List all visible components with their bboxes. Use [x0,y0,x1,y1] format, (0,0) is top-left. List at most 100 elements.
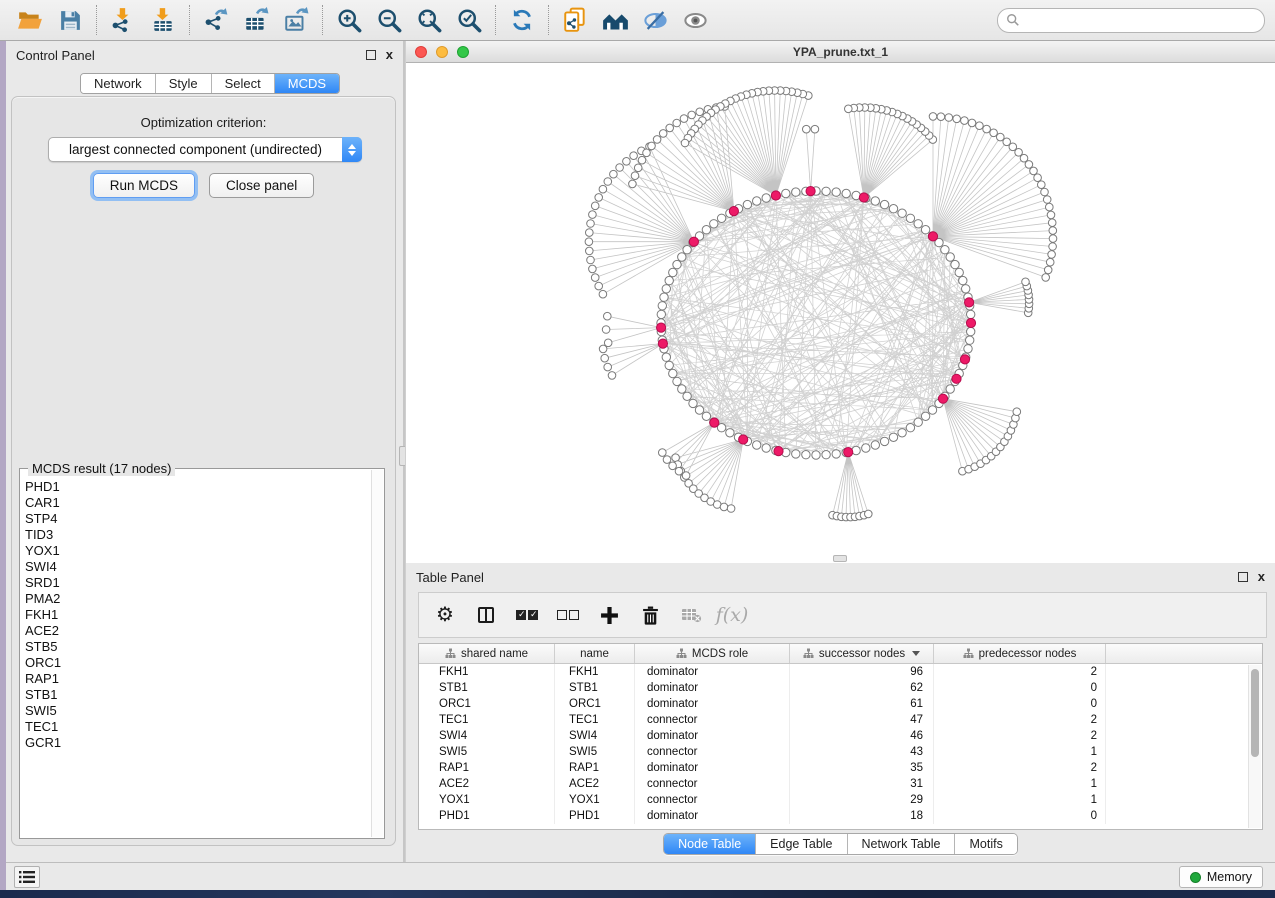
graph-node[interactable] [898,209,906,217]
graph-node[interactable] [959,276,967,284]
clone-network-icon[interactable] [555,3,595,37]
mcds-result-item[interactable]: RAP1 [21,671,371,687]
graph-leaf-node[interactable] [595,194,603,202]
graph-leaf-node[interactable] [976,122,984,130]
graph-mcds-hub-node[interactable] [938,394,947,403]
graph-leaf-node[interactable] [591,274,599,282]
graph-leaf-node[interactable] [587,220,595,228]
graph-node[interactable] [678,253,686,261]
graph-leaf-node[interactable] [591,202,599,210]
graph-node[interactable] [962,285,970,293]
graph-node[interactable] [966,336,974,344]
graph-leaf-node[interactable] [1049,235,1057,243]
delete-column-icon[interactable] [638,603,662,627]
table-row[interactable]: ACE2ACE2connector311 [419,776,1262,792]
graph-leaf-node[interactable] [673,119,681,127]
search-input[interactable] [1025,13,1256,27]
float-panel-icon[interactable] [1238,572,1248,582]
graph-node[interactable] [946,385,954,393]
graph-node[interactable] [782,189,790,197]
graph-node[interactable] [657,310,665,318]
mcds-result-item[interactable]: PMA2 [21,591,371,607]
mcds-result-item[interactable]: FKH1 [21,607,371,623]
column-header-name[interactable]: name [555,644,635,663]
import-network-icon[interactable] [103,3,143,37]
graph-leaf-node[interactable] [997,133,1005,141]
horizontal-splitter-handle[interactable] [833,555,847,562]
graph-mcds-hub-node[interactable] [966,318,975,327]
export-table-icon[interactable] [236,3,276,37]
graph-leaf-node[interactable] [631,172,639,180]
graph-node[interactable] [743,200,751,208]
run-mcds-button[interactable]: Run MCDS [93,173,195,198]
graph-leaf-node[interactable] [1049,243,1057,251]
graph-node[interactable] [967,327,975,335]
graph-node[interactable] [665,361,673,369]
graph-leaf-node[interactable] [811,125,819,133]
memory-button[interactable]: Memory [1179,866,1263,888]
graph-leaf-node[interactable] [623,158,631,166]
graph-leaf-node[interactable] [599,290,607,298]
column-header-successor-nodes[interactable]: successor nodes [790,644,934,663]
graph-node[interactable] [880,200,888,208]
graph-mcds-hub-node[interactable] [806,187,815,196]
show-columns-icon[interactable] [474,603,498,627]
graph-leaf-node[interactable] [653,136,661,144]
mcds-result-item[interactable]: ORC1 [21,655,371,671]
mcds-result-scrollbar[interactable] [371,470,383,837]
float-panel-icon[interactable] [366,50,376,60]
graph-leaf-node[interactable] [601,354,609,362]
graph-leaf-node[interactable] [585,238,593,246]
graph-leaf-node[interactable] [1044,266,1052,274]
zoom-fit-icon[interactable] [409,3,449,37]
graph-leaf-node[interactable] [604,178,612,186]
open-file-icon[interactable] [10,3,50,37]
graph-leaf-node[interactable] [968,119,976,127]
graph-leaf-node[interactable] [803,125,811,133]
graph-node[interactable] [683,392,691,400]
graph-mcds-hub-node[interactable] [774,447,783,456]
graph-node[interactable] [871,197,879,205]
graph-node[interactable] [753,197,761,205]
graph-mcds-hub-node[interactable] [965,298,974,307]
graph-leaf-node[interactable] [602,326,610,334]
graph-node[interactable] [792,450,800,458]
function-builder-icon[interactable]: f(x) [720,603,744,627]
graph-mcds-hub-node[interactable] [689,237,698,246]
graph-node[interactable] [921,226,929,234]
graph-mcds-hub-node[interactable] [859,193,868,202]
graph-mcds-hub-node[interactable] [844,448,853,457]
table-row[interactable]: FKH1FKH1dominator962 [419,664,1262,680]
graph-leaf-node[interactable] [1042,274,1050,282]
graph-leaf-node[interactable] [680,115,688,123]
graph-node[interactable] [702,226,710,234]
table-row[interactable]: PHD1PHD1dominator180 [419,808,1262,824]
task-history-button[interactable] [14,866,40,888]
graph-node[interactable] [951,260,959,268]
graph-node[interactable] [710,220,718,228]
graph-leaf-node[interactable] [1013,408,1021,416]
graph-node[interactable] [822,187,830,195]
tab-network-table[interactable]: Network Table [848,834,956,854]
graph-leaf-node[interactable] [659,130,667,138]
graph-node[interactable] [662,353,670,361]
graph-leaf-node[interactable] [727,505,735,513]
graph-leaf-node[interactable] [1041,188,1049,196]
tab-mcds[interactable]: MCDS [275,74,339,93]
graph-mcds-hub-node[interactable] [771,191,780,200]
tab-edge-table[interactable]: Edge Table [756,834,847,854]
show-graphics-details-icon[interactable] [675,3,715,37]
graph-leaf-node[interactable] [589,265,597,273]
graph-node[interactable] [660,293,668,301]
graph-mcds-hub-node[interactable] [657,323,666,332]
graph-leaf-node[interactable] [648,142,656,150]
graph-mcds-hub-node[interactable] [710,418,719,427]
graph-node[interactable] [871,441,879,449]
graph-leaf-node[interactable] [610,170,618,178]
graph-node[interactable] [832,188,840,196]
graph-leaf-node[interactable] [1047,211,1055,219]
mcds-result-item[interactable]: GCR1 [21,735,371,751]
graph-leaf-node[interactable] [937,113,945,121]
graph-leaf-node[interactable] [681,139,689,147]
mcds-result-item[interactable]: STB5 [21,639,371,655]
